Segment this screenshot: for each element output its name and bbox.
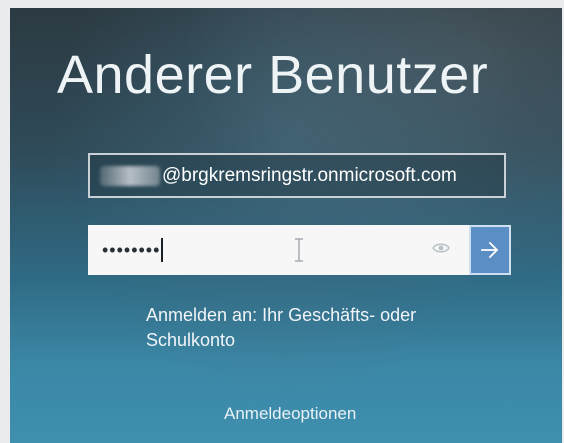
sign-in-hint: Anmelden an: Ihr Geschäfts- oder Schulko…: [146, 305, 417, 350]
password-field[interactable]: ••••••••: [88, 225, 470, 275]
lock-screen: Anderer Benutzer @brgkremsringstr.onmicr…: [10, 8, 562, 443]
password-mask: ••••••••: [102, 239, 161, 260]
eye-icon[interactable]: [432, 241, 450, 255]
obscured-username: [100, 165, 160, 186]
text-cursor-icon: [295, 238, 303, 262]
sign-in-options-link[interactable]: Anmeldeoptionen: [224, 404, 356, 424]
submit-button[interactable]: [469, 225, 511, 275]
photo-frame: Anderer Benutzer @brgkremsringstr.onmicr…: [0, 0, 564, 443]
email-field[interactable]: @brgkremsringstr.onmicrosoft.com: [88, 153, 506, 198]
text-caret: [161, 238, 164, 262]
arrow-right-icon: [481, 241, 499, 259]
email-value: @brgkremsringstr.onmicrosoft.com: [162, 164, 457, 186]
page-title: Anderer Benutzer: [57, 45, 489, 105]
